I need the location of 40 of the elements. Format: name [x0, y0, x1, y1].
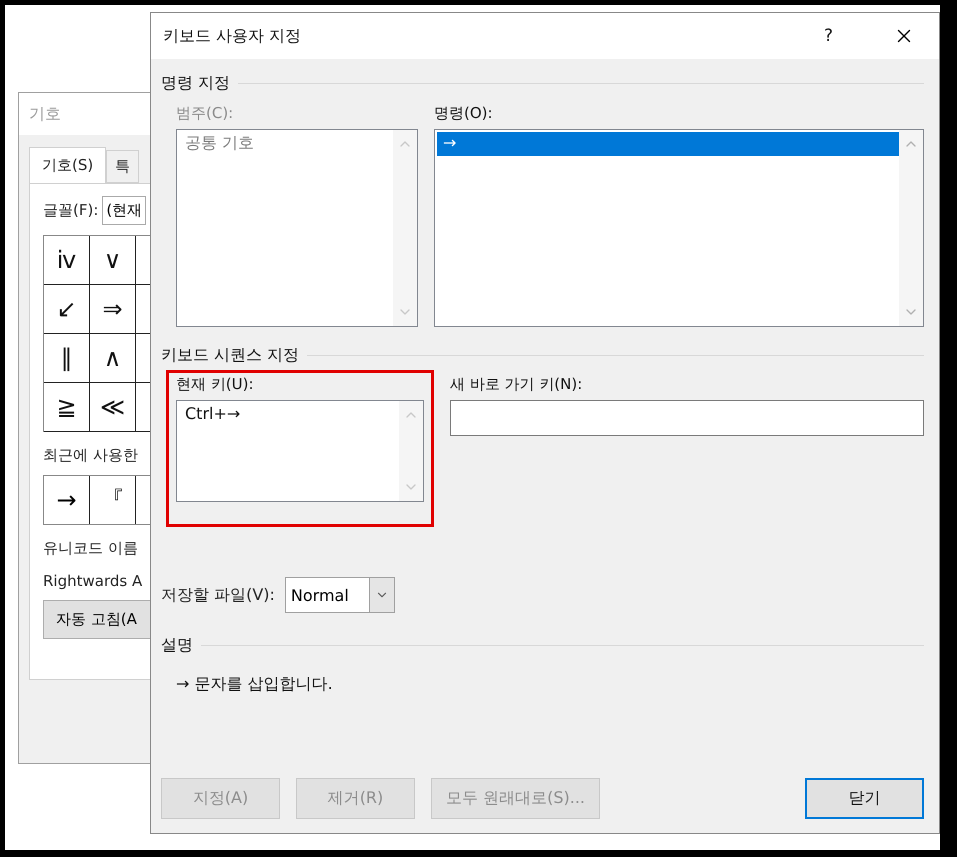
group-title: 명령 지정 — [161, 73, 230, 94]
field-label: 저장할 파일(V): — [161, 584, 275, 606]
list-box[interactable]: → — [434, 129, 924, 327]
dialog-button[interactable]: 닫기 — [805, 778, 924, 819]
recent-label: 최근에 사용한 — [43, 446, 139, 465]
list-label: 명령(O): — [434, 104, 494, 123]
unicode-label: 유니코드 이름 — [43, 539, 139, 558]
unicode-name: Rightwards A — [43, 572, 144, 590]
tab[interactable]: 특 — [106, 150, 140, 183]
symbol-cell[interactable]: → — [44, 476, 90, 524]
font-field[interactable]: (현재 — [102, 196, 146, 225]
autocorrect-button[interactable]: 자동 고침(A — [43, 600, 151, 639]
symbol-cell[interactable]: ↙ — [44, 285, 90, 334]
dialog-title: 키보드 사용자 지정 — [163, 26, 302, 46]
symbol-cell[interactable]: ≧ — [44, 383, 90, 432]
scrollbar[interactable] — [399, 401, 423, 501]
symbol-cell[interactable]: ≪ — [90, 383, 136, 432]
tab[interactable]: 기호(S) — [29, 147, 106, 183]
symbol-cell[interactable]: ⇒ — [90, 285, 136, 334]
scrollbar[interactable] — [899, 130, 923, 326]
file-select[interactable]: Normal — [284, 577, 395, 613]
group-title: 설명 — [161, 635, 193, 656]
help-button[interactable]: ? — [824, 26, 833, 46]
list-label: 현재 키(U): — [176, 375, 255, 394]
scrollbar[interactable] — [393, 130, 417, 326]
shortcut-input[interactable] — [450, 400, 924, 436]
list-label: 범주(C): — [176, 104, 234, 123]
window-title: 기호 — [19, 93, 151, 135]
symbol-cell[interactable]: ∨ — [90, 236, 136, 285]
symbol-cell[interactable]: ⅳ — [44, 236, 90, 285]
list-item[interactable]: Ctrl+→ — [179, 403, 399, 427]
list-box[interactable]: Ctrl+→ — [176, 400, 424, 502]
symbol-cell[interactable]: 『 — [90, 476, 136, 524]
symbol-cell[interactable]: ∥ — [44, 334, 90, 383]
symbol-cell[interactable]: ∧ — [90, 334, 136, 383]
field-label: 새 바로 가기 키(N): — [450, 375, 584, 394]
font-label: 글꼴(F): — [43, 201, 98, 220]
list-item[interactable]: → — [437, 132, 899, 156]
description-text: → 문자를 삽입합니다. — [176, 674, 334, 695]
group-title: 키보드 시퀀스 지정 — [161, 345, 300, 366]
